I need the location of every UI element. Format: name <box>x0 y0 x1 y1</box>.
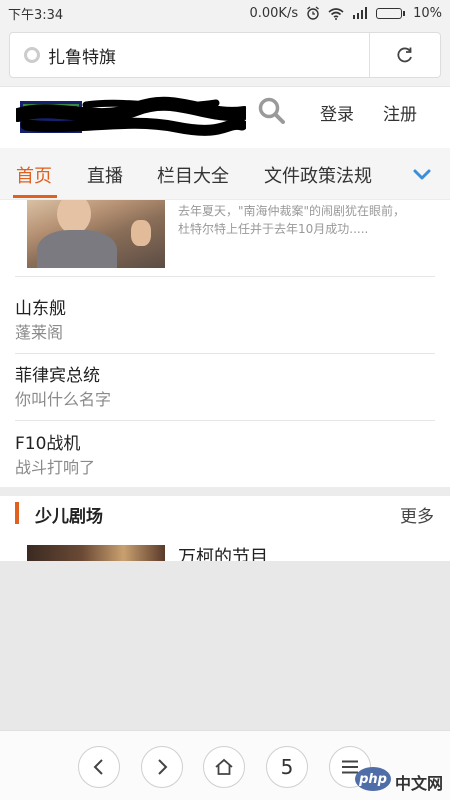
address-bar[interactable]: 扎鲁特旗 <box>9 32 441 78</box>
login-link[interactable]: 登录 <box>320 100 354 125</box>
section-divider <box>0 487 450 496</box>
divider <box>15 353 435 354</box>
divider <box>15 276 435 277</box>
wifi-icon <box>328 7 344 20</box>
list-item-title[interactable]: 菲律宾总统 <box>15 361 100 386</box>
section-marker <box>15 502 19 524</box>
tab-live[interactable]: 直播 <box>87 162 123 188</box>
news-feed: 去年夏天，"南海仲裁案"的闹剧犹在眼前， 杜特尔特上任并于去年10月成功....… <box>0 200 450 561</box>
chevron-down-icon[interactable] <box>412 168 432 182</box>
home-button[interactable] <box>203 746 245 788</box>
list-item-subtitle: 蓬莱阁 <box>15 323 64 342</box>
channel-tabs: 首页 直播 栏目大全 文件政策法规 <box>0 148 450 200</box>
status-time: 下午3:34 <box>8 7 64 23</box>
tabs-button[interactable]: 5 <box>266 746 308 788</box>
tab-home[interactable]: 首页 <box>16 162 52 188</box>
news-summary-line: 去年夏天，"南海仲裁案"的闹剧犹在眼前， <box>178 204 406 218</box>
back-button[interactable] <box>78 746 120 788</box>
network-speed: 0.00K/s <box>249 5 299 21</box>
register-link[interactable]: 注册 <box>383 100 417 125</box>
browser-toolbar: 扎鲁特旗 <box>0 26 450 86</box>
list-item-title[interactable]: F10战机 <box>15 429 80 454</box>
alarm-icon <box>307 6 319 20</box>
signal-icon <box>353 7 368 19</box>
page-status-icon <box>24 47 40 63</box>
list-item-title[interactable]: 山东舰 <box>15 294 66 319</box>
divider <box>15 420 435 421</box>
active-tab-indicator <box>13 195 57 198</box>
list-item-subtitle: 战斗打响了 <box>15 458 96 477</box>
battery-percent: 10% <box>413 5 442 21</box>
tab-policy-documents[interactable]: 文件政策法规 <box>264 162 372 188</box>
search-icon[interactable] <box>257 96 287 126</box>
list-item-subtitle: 你叫什么名字 <box>15 390 112 409</box>
news-summary-line: 杜特尔特上任并于去年10月成功..... <box>178 222 369 236</box>
redacted-logo <box>16 96 246 136</box>
battery-icon <box>376 7 406 19</box>
reload-button[interactable] <box>370 32 440 78</box>
chevron-left-icon <box>93 759 103 775</box>
tab-count: 5 <box>280 755 294 779</box>
chevron-right-icon <box>158 759 168 775</box>
program-thumbnail[interactable] <box>27 545 165 561</box>
watermark-text: 中文网 <box>395 774 444 793</box>
address-text[interactable]: 扎鲁特旗 <box>48 43 369 68</box>
watermark-badge: php <box>355 767 391 791</box>
status-bar: 下午3:34 0.00K/s 10% <box>0 0 450 26</box>
forward-button[interactable] <box>141 746 183 788</box>
section-title: 少儿剧场 <box>35 507 103 527</box>
tab-programs[interactable]: 栏目大全 <box>157 162 229 188</box>
news-thumbnail[interactable] <box>27 200 165 268</box>
more-link[interactable]: 更多 <box>400 502 434 527</box>
status-indicators: 0.00K/s 10% <box>249 6 442 21</box>
watermark: php 中文网 <box>355 765 445 795</box>
program-title[interactable]: 万柯的节目 <box>178 543 268 561</box>
reload-icon <box>397 47 412 63</box>
blank-area <box>0 561 450 730</box>
home-icon <box>215 758 233 775</box>
